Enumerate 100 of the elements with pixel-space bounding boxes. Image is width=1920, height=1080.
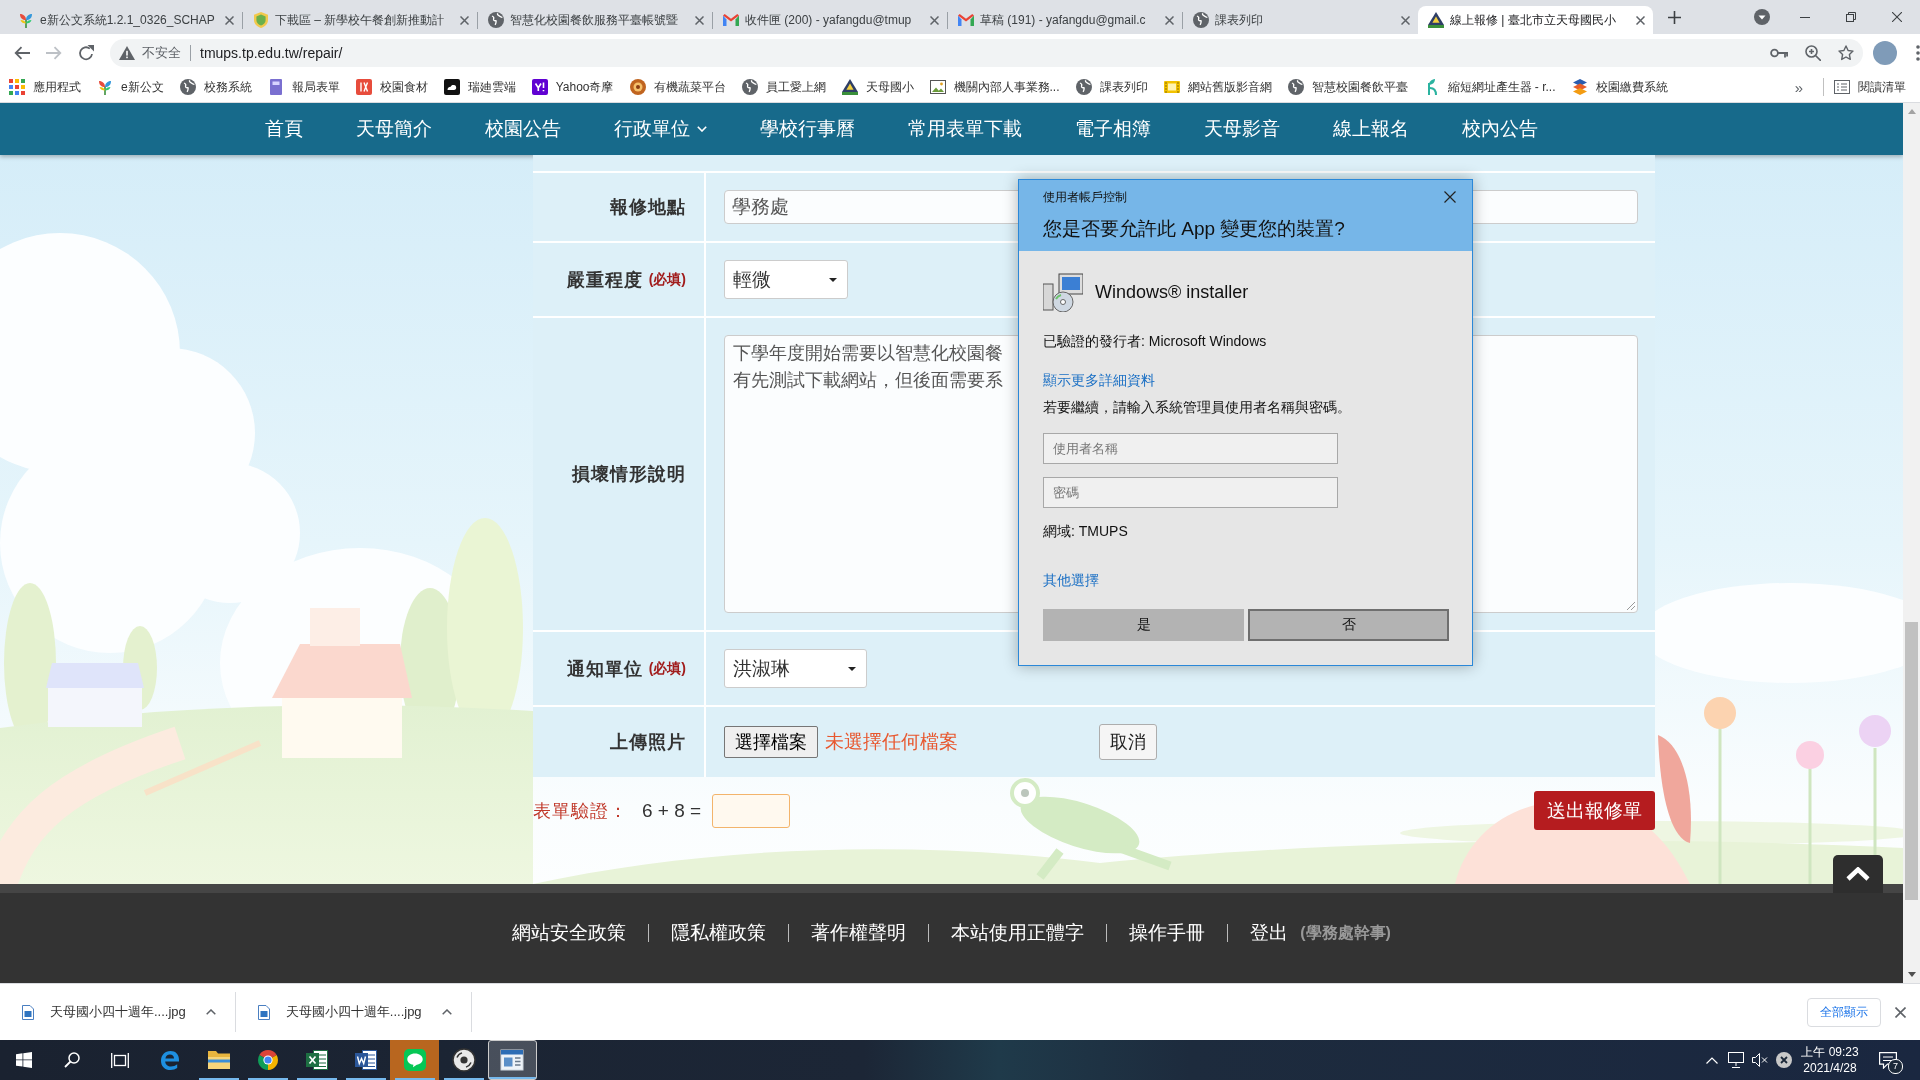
address-bar[interactable]: 不安全 tmups.tp.edu.tw/repair/ xyxy=(110,39,1863,67)
nav-link[interactable]: 天母影音 xyxy=(1204,116,1280,142)
scroll-top-button[interactable] xyxy=(1833,855,1883,893)
credential-field[interactable]: 使用者名稱 xyxy=(1043,433,1338,464)
download-item[interactable]: 天母國小四十週年....jpg xyxy=(0,992,236,1032)
field-label: 報修地點 xyxy=(610,196,686,219)
back-icon[interactable] xyxy=(14,46,30,60)
reading-list-button[interactable]: 閱讀清單 xyxy=(1834,78,1906,96)
chevron-up-icon[interactable] xyxy=(205,1009,216,1015)
search-icon[interactable] xyxy=(64,1052,80,1068)
clock-time[interactable]: 上午 09:23 xyxy=(1801,1044,1859,1060)
profile-avatar[interactable] xyxy=(1873,41,1897,65)
bookmark-item[interactable]: 課表列印 xyxy=(1067,78,1156,96)
dropdown-icon[interactable] xyxy=(1754,9,1770,25)
nav-link[interactable]: 常用表單下載 xyxy=(908,116,1022,142)
plus-icon[interactable] xyxy=(1668,10,1681,24)
list-icon xyxy=(1834,80,1850,94)
scrollbar-track[interactable] xyxy=(1903,103,1920,983)
select-field[interactable]: 輕微 xyxy=(724,260,848,299)
task-view-icon[interactable] xyxy=(111,1052,129,1068)
resize-grip-icon[interactable] xyxy=(1626,601,1635,610)
muted-speaker-icon[interactable] xyxy=(1752,1053,1768,1067)
nav-link[interactable]: 校內公告 xyxy=(1462,116,1538,142)
captcha-field[interactable] xyxy=(712,793,791,828)
bookmark-item[interactable]: 校園繳費系統 xyxy=(1563,78,1676,96)
close-icon[interactable] xyxy=(1892,12,1902,22)
publisher-text: 已驗證的發行者: Microsoft Windows xyxy=(1043,333,1267,349)
footer-link[interactable]: 網站安全政策 xyxy=(512,920,627,946)
nav-link[interactable]: 天母簡介 xyxy=(356,116,432,142)
browser-tab[interactable]: 課表列印 xyxy=(1183,6,1418,34)
close-icon[interactable] xyxy=(695,15,704,25)
nav-link[interactable]: 首頁 xyxy=(265,116,303,142)
notification-icon[interactable] xyxy=(1879,1051,1897,1069)
footer-link[interactable]: 著作權聲明 xyxy=(811,920,907,946)
scrollbar-thumb[interactable] xyxy=(1905,622,1918,900)
nav-link[interactable]: 電子相簿 xyxy=(1075,116,1151,142)
other-options-link[interactable]: 其他選擇 xyxy=(1043,572,1099,588)
bookmarks-overflow-button[interactable]: » xyxy=(1782,78,1815,96)
bookmark-item[interactable]: 校園食材 xyxy=(347,78,436,96)
bookmark-item[interactable]: 有機蔬菜平台 xyxy=(621,78,734,96)
close-circle-icon[interactable] xyxy=(1776,1052,1792,1068)
close-icon[interactable] xyxy=(1636,15,1645,25)
bookmark-item[interactable]: 應用程式 xyxy=(1,78,89,96)
select-field[interactable]: 洪淑琳 xyxy=(724,649,867,688)
bookmark-item[interactable]: 天母國小 xyxy=(833,78,922,96)
star-icon[interactable] xyxy=(1838,45,1854,61)
close-icon[interactable] xyxy=(460,15,469,25)
captcha-label: 表單驗證： xyxy=(533,799,628,823)
bookmark-item[interactable]: 智慧校園餐飲平臺 xyxy=(1279,78,1416,96)
domain-text: 網域: TMUPS xyxy=(1043,523,1128,539)
minimize-icon[interactable] xyxy=(1800,16,1810,18)
more-icon[interactable] xyxy=(1916,45,1920,61)
clock-date[interactable]: 2021/4/28 xyxy=(1803,1060,1857,1076)
bookmark-item[interactable]: Yahoo奇摩 xyxy=(523,78,622,96)
footer-link[interactable]: 隱私權政策 xyxy=(671,920,767,946)
nav-link[interactable]: 線上報名 xyxy=(1333,116,1409,142)
nav-link[interactable]: 校園公告 xyxy=(485,116,561,142)
bookmark-item[interactable]: 機關內部人事業務... xyxy=(921,78,1068,96)
taskbar-button[interactable] xyxy=(488,1040,537,1080)
security-label[interactable]: 不安全 xyxy=(142,44,181,62)
close-icon[interactable] xyxy=(1401,15,1410,25)
url-text[interactable]: tmups.tp.edu.tw/repair/ xyxy=(200,45,343,61)
footer-link[interactable]: 登出 xyxy=(1250,920,1289,946)
dialog-button[interactable]: 否 xyxy=(1248,609,1449,641)
show-all-button[interactable]: 全部顯示 xyxy=(1807,997,1881,1027)
restore-icon[interactable] xyxy=(1846,12,1856,22)
close-icon[interactable] xyxy=(1895,1006,1906,1018)
key-icon[interactable] xyxy=(1770,48,1788,58)
choose-file-button[interactable]: 選擇檔案 xyxy=(724,726,818,758)
download-item[interactable]: 天母國小四十週年....jpg xyxy=(235,992,472,1032)
nav-link[interactable]: 學校行事曆 xyxy=(760,116,855,142)
scroll-down-arrow-icon[interactable] xyxy=(1907,972,1916,977)
submit-button[interactable]: 送出報修單 xyxy=(1534,791,1655,830)
close-icon[interactable] xyxy=(930,15,939,25)
network-icon[interactable] xyxy=(1728,1052,1744,1068)
close-icon[interactable] xyxy=(1444,191,1456,203)
instruction-text: 若要繼續，請輸入系統管理員使用者名稱與密碼。 xyxy=(1043,399,1351,415)
bookmark-item[interactable]: 校務系統 xyxy=(171,78,260,96)
zoom-icon[interactable] xyxy=(1805,45,1821,61)
close-icon[interactable] xyxy=(225,15,234,25)
bookmark-item[interactable]: 縮短網址產生器 - r... xyxy=(1415,78,1564,96)
chevron-up-icon[interactable] xyxy=(441,1009,452,1015)
details-link[interactable]: 顯示更多詳細資料 xyxy=(1043,372,1155,388)
footer-link[interactable]: 操作手冊 xyxy=(1129,920,1206,946)
close-icon[interactable] xyxy=(1165,15,1174,25)
credential-field[interactable]: 密碼 xyxy=(1043,477,1338,508)
bookmark-item[interactable]: 網站舊版影音網 xyxy=(1155,78,1280,96)
start-icon[interactable] xyxy=(16,1052,32,1068)
bookmark-item[interactable]: e新公文 xyxy=(89,78,172,96)
nav-link[interactable]: 行政單位 xyxy=(614,116,707,142)
reload-icon[interactable] xyxy=(78,45,94,61)
bookmark-item[interactable]: 員工愛上網 xyxy=(733,78,834,96)
dialog-title: 您是否要允許此 App 變更您的裝置? xyxy=(1043,217,1346,241)
dialog-button[interactable]: 是 xyxy=(1043,609,1244,641)
cancel-button[interactable]: 取消 xyxy=(1099,724,1157,760)
bookmark-item[interactable]: 報局表單 xyxy=(259,78,348,96)
bookmark-item[interactable]: 瑞廸雲端 xyxy=(435,78,524,96)
browser-tab[interactable]: 線上報修 | 臺北市立天母國民小 xyxy=(1418,6,1653,34)
mountain-logo-icon xyxy=(1428,12,1444,28)
footer-link[interactable]: 本站使用正體字 xyxy=(951,920,1085,946)
